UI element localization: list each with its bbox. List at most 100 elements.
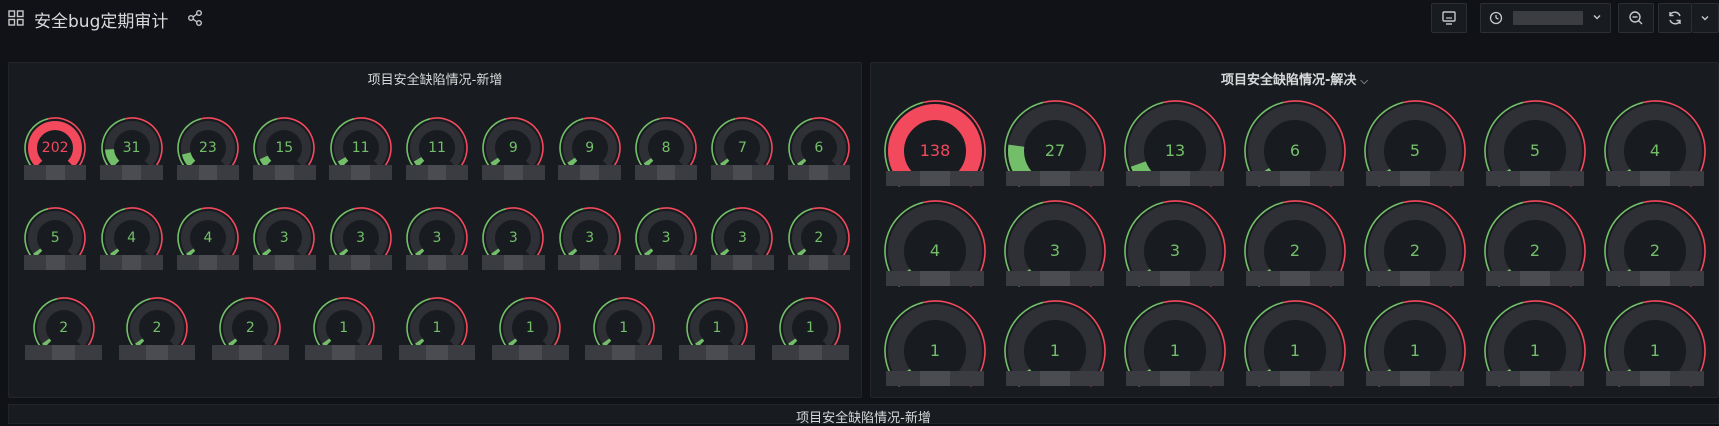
gauge-value-arc — [41, 338, 51, 348]
gauge[interactable]: 2 — [1360, 196, 1470, 306]
gauge-label-redacted-part — [198, 255, 218, 270]
gauge[interactable]: 138 — [880, 96, 990, 206]
gauge-value: 1 — [339, 319, 349, 336]
dashboard-header: 安全bug定期审计 — [0, 0, 1719, 40]
gauge-value: 1 — [805, 319, 815, 336]
gauge[interactable]: 1 — [1360, 296, 1470, 406]
gauge[interactable]: 13 — [1120, 96, 1230, 206]
gauge-value-arc — [720, 158, 730, 168]
gauge[interactable]: 4 — [880, 196, 990, 306]
share-icon[interactable] — [186, 9, 204, 27]
gauge-label-redacted — [885, 371, 985, 386]
gauge-value: 4 — [127, 229, 136, 246]
gauge-label-redacted-part — [238, 345, 262, 360]
dashboard-title[interactable]: 安全bug定期审计 — [34, 7, 168, 32]
gauge-label-redacted — [885, 171, 985, 186]
gauge-label-redacted-part — [809, 255, 829, 270]
gauge-label-redacted-part — [198, 165, 218, 180]
gauge-value: 1 — [1289, 341, 1301, 361]
gauge-label-redacted-part — [274, 255, 294, 270]
gauge-value-arc — [643, 158, 654, 168]
gauge[interactable]: 2 — [1240, 196, 1350, 306]
gauge[interactable]: 1 — [1120, 296, 1230, 406]
gauge-value-arc — [695, 338, 705, 348]
gauge-value-arc — [185, 248, 196, 258]
gauge-value: 3 — [1049, 241, 1061, 261]
gauge-label-redacted-part — [1280, 371, 1310, 386]
gauge-label-redacted-part — [351, 165, 370, 180]
gauge-label-redacted — [176, 165, 240, 180]
gauge-label-redacted — [1125, 271, 1225, 286]
gauge-label-redacted-part — [1040, 171, 1070, 186]
gauge-label-redacted-part — [122, 165, 141, 180]
zoom-out-button[interactable] — [1618, 3, 1654, 33]
gauge-value: 2 — [245, 319, 255, 336]
refresh-button[interactable] — [1658, 3, 1692, 33]
gauge[interactable]: 5 — [1480, 96, 1590, 206]
gauge-value: 2 — [1649, 241, 1661, 261]
gauge-label-redacted-part — [1640, 371, 1670, 386]
gauge-label-redacted — [1485, 271, 1585, 286]
gauge-value-arc — [490, 157, 501, 168]
refresh-icon — [1669, 11, 1681, 25]
gauge[interactable]: 2 — [1480, 196, 1590, 306]
gauge[interactable]: 1 — [1240, 296, 1350, 406]
gauge-label-redacted-part — [656, 255, 676, 270]
grid-icon[interactable] — [8, 10, 24, 26]
panel-resolved-defects: 项目安全缺陷情况-解决 ⌵ 138 27 13 6 5 5 4 4 3 3 2 2 2 2 1 1 1 1 1 1 1 — [870, 62, 1719, 398]
gauge-value: 2 — [59, 319, 69, 336]
gauge-label-redacted — [1125, 171, 1225, 186]
gauge-value-arc — [491, 248, 501, 258]
gauge-value-arc — [644, 248, 654, 258]
gauge-label-redacted — [885, 271, 985, 286]
gauge[interactable]: 1 — [1600, 296, 1710, 406]
panel-title-resolved[interactable]: 项目安全缺陷情况-解决 ⌵ — [871, 69, 1718, 88]
gauge-label-redacted — [252, 255, 316, 270]
tv-mode-button[interactable] — [1431, 3, 1467, 33]
gauge-value: 3 — [661, 229, 671, 246]
gauge-label-redacted-part — [122, 255, 141, 270]
gauge[interactable]: 6 — [1240, 96, 1350, 206]
gauge-label-redacted-part — [1160, 271, 1190, 286]
gauge-label-redacted — [1125, 371, 1225, 386]
gauge-value-arc — [135, 338, 145, 348]
gauge-label-redacted-part — [427, 255, 447, 270]
gauge-label-redacted-part — [920, 171, 950, 186]
gauge-label-redacted-part — [45, 165, 65, 180]
gauge-label-redacted — [634, 255, 698, 270]
gauge-value-arc — [796, 248, 807, 258]
gauge-label-redacted-part — [503, 165, 523, 180]
gauge-value: 5 — [1409, 141, 1421, 161]
panel-title-new-2[interactable]: 项目安全缺陷情况-新增 — [9, 407, 1718, 426]
gauge-value: 5 — [1529, 141, 1541, 161]
panel-title-new[interactable]: 项目安全缺陷情况-新增 — [9, 69, 861, 88]
gauge-value-arc — [796, 158, 807, 168]
gauge[interactable]: 1 — [880, 296, 990, 406]
gauge-label-redacted-part — [52, 345, 76, 360]
gauge[interactable]: 3 — [1000, 196, 1110, 306]
gauge-label-redacted — [329, 165, 392, 180]
gauge[interactable]: 2 — [1600, 196, 1710, 306]
gauge-label-redacted — [176, 255, 240, 270]
gauge-label-redacted — [787, 255, 851, 270]
gauge-value: 8 — [661, 139, 671, 156]
gauge-label-redacted — [1485, 171, 1585, 186]
gauge[interactable]: 27 — [1000, 96, 1110, 206]
gauge-value: 27 — [1044, 141, 1066, 161]
gauge[interactable]: 3 — [1120, 196, 1230, 306]
time-range-redacted — [1513, 11, 1583, 25]
gauge-value: 2 — [1289, 241, 1301, 261]
gauge-label-redacted — [772, 345, 849, 360]
gauge-value-arc — [415, 338, 425, 348]
gauge-value: 23 — [198, 139, 217, 156]
gauge[interactable]: 4 — [1600, 96, 1710, 206]
gauge[interactable]: 1 — [1480, 296, 1590, 406]
zoom-out-icon — [1629, 11, 1643, 25]
chevron-down-icon[interactable]: ⌵ — [1360, 76, 1368, 87]
refresh-interval-button[interactable] — [1692, 3, 1719, 33]
gauge-value: 2 — [814, 229, 824, 246]
time-range-picker[interactable] — [1480, 3, 1611, 33]
gauge[interactable]: 5 — [1360, 96, 1470, 206]
gauge[interactable]: 1 — [1000, 296, 1110, 406]
gauge-value-arc — [33, 248, 43, 258]
